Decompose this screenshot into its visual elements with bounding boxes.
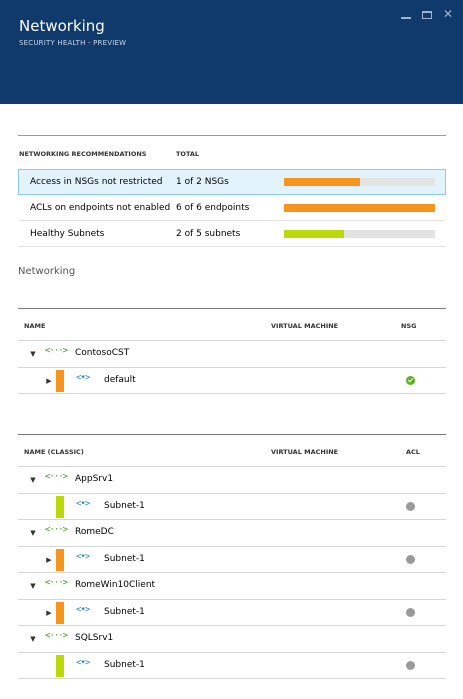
progress-bar xyxy=(284,204,435,212)
expand-caret-icon[interactable]: ▼ xyxy=(29,350,37,358)
recommendation-total: 6 of 6 endpoints xyxy=(176,203,250,213)
recommendations-table: NETWORKING RECOMMENDATIONS TOTAL Access … xyxy=(18,135,446,247)
status-dot-icon xyxy=(406,554,415,564)
health-stripe xyxy=(56,601,64,624)
vnet-row[interactable]: ▼ <···> SQLSrv1 xyxy=(18,626,446,653)
recommendation-label: Access in NSGs not restricted xyxy=(30,177,163,187)
status-dot-icon xyxy=(406,660,415,670)
subnet-row[interactable]: ▶ <•> default xyxy=(18,368,446,394)
vnet-name: AppSrv1 xyxy=(75,474,114,484)
column-header-recommendations: NETWORKING RECOMMENDATIONS xyxy=(19,150,147,158)
progress-bar xyxy=(284,230,435,238)
expand-caret-icon[interactable]: ▼ xyxy=(29,582,37,590)
status-dot-icon xyxy=(406,607,415,617)
subnet-row[interactable]: ▶ <•> Subnet-1 xyxy=(18,600,446,626)
vnet-row[interactable]: ▼ <···> ContosoCST xyxy=(18,341,446,368)
maximize-icon[interactable] xyxy=(417,4,437,24)
collapse-caret-icon[interactable]: ▶ xyxy=(45,556,53,564)
recommendation-row[interactable]: ACLs on endpoints not enabled 6 of 6 endp… xyxy=(18,195,446,221)
column-header-virtual-machine: VIRTUAL MACHINE xyxy=(271,322,339,330)
subnet-row[interactable]: <•> Subnet-1 xyxy=(18,494,446,520)
subnet-icon: <•> xyxy=(76,498,90,509)
close-icon[interactable]: ✕ xyxy=(438,4,458,24)
vnet-row[interactable]: ▼ <···> AppSrv1 xyxy=(18,467,446,494)
health-stripe xyxy=(56,548,64,571)
recommendation-total: 1 of 2 NSGs xyxy=(176,177,229,187)
recommendation-label: Healthy Subnets xyxy=(30,229,105,239)
subnet-name: Subnet-1 xyxy=(104,500,145,511)
column-header-name: NAME xyxy=(24,322,46,330)
vnet-name: ContosoCST xyxy=(75,348,130,358)
health-stripe xyxy=(56,369,64,392)
column-header-virtual-machine: VIRTUAL MACHINE xyxy=(271,448,339,456)
minimize-icon[interactable] xyxy=(396,4,416,24)
subnet-icon: <•> xyxy=(76,657,90,668)
expand-caret-icon[interactable]: ▼ xyxy=(29,635,37,643)
progress-bar-fill xyxy=(284,178,360,186)
column-header-total: TOTAL xyxy=(176,150,200,158)
vnet-row[interactable]: ▼ <···> RomeWin10Client xyxy=(18,573,446,600)
column-header-acl: ACL xyxy=(406,448,420,456)
virtual-network-icon: <···> xyxy=(45,346,68,356)
subnet-name: Subnet-1 xyxy=(104,553,145,564)
recommendation-row[interactable]: Access in NSGs not restricted 1 of 2 NSGs xyxy=(18,169,446,195)
progress-bar xyxy=(284,178,435,186)
blade-header: Networking SECURITY HEALTH - PREVIEW ✕ xyxy=(0,0,463,104)
subnet-icon: <•> xyxy=(76,551,90,562)
column-header-name-classic: NAME (CLASSIC) xyxy=(24,448,84,456)
progress-bar-fill xyxy=(284,230,345,238)
blade-subtitle: SECURITY HEALTH - PREVIEW xyxy=(19,39,127,47)
subnet-icon: <•> xyxy=(76,372,90,383)
health-stripe xyxy=(56,495,64,518)
recommendations-header: NETWORKING RECOMMENDATIONS TOTAL xyxy=(18,136,446,169)
subnet-icon: <•> xyxy=(76,604,90,615)
recommendation-row[interactable]: Healthy Subnets 2 of 5 subnets xyxy=(18,221,446,247)
subnet-row[interactable]: <•> Subnet-1 xyxy=(18,653,446,679)
nsg-table: NAME VIRTUAL MACHINE NSG ▼ <···> ContosoCS… xyxy=(18,308,446,394)
virtual-network-icon: <···> xyxy=(45,525,68,535)
blade-title: Networking xyxy=(19,17,105,35)
vnet-row[interactable]: ▼ <···> RomeDC xyxy=(18,520,446,547)
vnet-name: SQLSrv1 xyxy=(75,633,114,643)
virtual-network-icon: <···> xyxy=(45,631,68,641)
subnet-name: Subnet-1 xyxy=(104,659,145,670)
expand-caret-icon[interactable]: ▼ xyxy=(29,529,37,537)
healthy-check-icon xyxy=(406,375,415,385)
subnet-name: default xyxy=(104,374,136,385)
status-dot-icon xyxy=(406,501,415,511)
recommendation-total: 2 of 5 subnets xyxy=(176,229,241,239)
subnet-name: Subnet-1 xyxy=(104,606,145,617)
virtual-network-icon: <···> xyxy=(45,578,68,588)
subnet-row[interactable]: ▶ <•> Subnet-1 xyxy=(18,547,446,573)
progress-bar-fill xyxy=(284,204,435,212)
virtual-network-icon: <···> xyxy=(45,472,68,482)
expand-caret-icon[interactable]: ▼ xyxy=(29,476,37,484)
vnet-name: RomeWin10Client xyxy=(75,580,156,590)
collapse-caret-icon[interactable]: ▶ xyxy=(45,377,53,385)
acl-table: NAME (CLASSIC) VIRTUAL MACHINE ACL ▼ <···… xyxy=(18,434,446,679)
recommendation-label: ACLs on endpoints not enabled xyxy=(30,203,171,213)
health-stripe xyxy=(56,654,64,677)
section-label-networking: Networking xyxy=(18,266,76,277)
collapse-caret-icon[interactable]: ▶ xyxy=(45,609,53,617)
column-header-nsg: NSG xyxy=(401,322,417,330)
vnet-name: RomeDC xyxy=(75,527,114,537)
nsg-table-header: NAME VIRTUAL MACHINE NSG xyxy=(18,309,446,341)
acl-table-header: NAME (CLASSIC) VIRTUAL MACHINE ACL xyxy=(18,435,446,467)
